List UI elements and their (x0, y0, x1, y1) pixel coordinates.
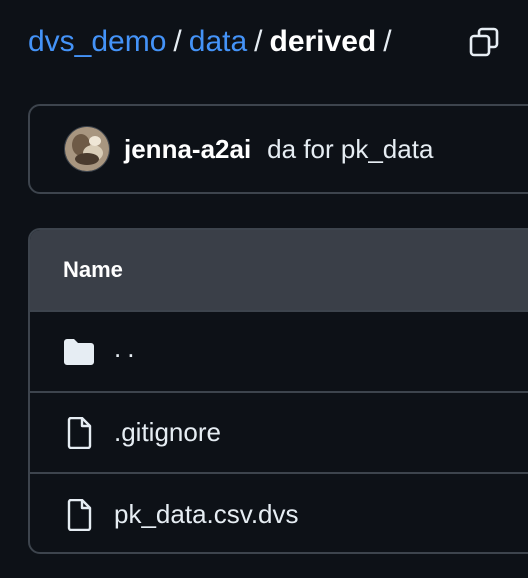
table-row-pk-data-csv-dvs[interactable]: pk_data.csv.dvs (30, 474, 528, 552)
breadcrumb-current: derived (269, 25, 377, 58)
avatar[interactable] (64, 126, 110, 172)
table-header: Name (30, 230, 528, 312)
row-label[interactable]: pk_data.csv.dvs (114, 499, 299, 530)
table-row-parent-directory[interactable]: .. (30, 312, 528, 393)
breadcrumb-folder-link[interactable]: data (189, 22, 247, 62)
file-table: Name .. .gitignore pk_data.csv.dvs (28, 228, 528, 554)
latest-commit-box: jenna-a2ai da for pk_data (28, 104, 528, 194)
column-header-name: Name (63, 257, 123, 282)
breadcrumb: dvs_demo / data / derived / (28, 22, 399, 62)
page: dvs_demo / data / derived / jenna-a2ai d… (0, 0, 528, 578)
copy-path-button[interactable] (462, 20, 506, 64)
commit-author[interactable]: jenna-a2ai (124, 134, 251, 165)
breadcrumb-repo-link[interactable]: dvs_demo (28, 22, 166, 62)
file-icon (62, 498, 96, 532)
row-label[interactable]: .gitignore (114, 417, 221, 448)
row-label[interactable]: .. (114, 333, 140, 364)
breadcrumb-separator: / (173, 25, 182, 58)
copy-icon (469, 27, 499, 57)
table-row-gitignore[interactable]: .gitignore (30, 393, 528, 474)
breadcrumb-separator: / (383, 25, 392, 58)
commit-message[interactable]: da for pk_data (267, 134, 433, 165)
breadcrumb-separator: / (254, 25, 263, 58)
folder-icon (62, 335, 96, 369)
file-icon (62, 416, 96, 450)
